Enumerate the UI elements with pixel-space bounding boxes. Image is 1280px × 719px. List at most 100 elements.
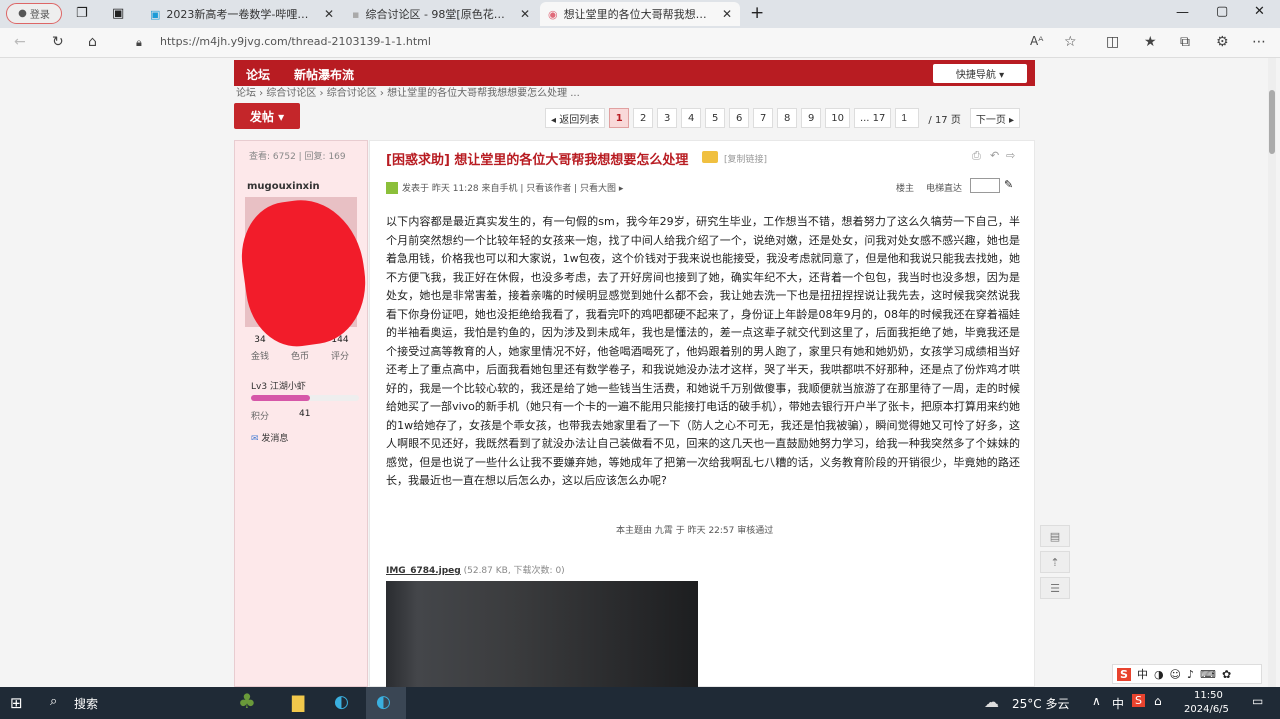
more-icon[interactable]: ⋯ xyxy=(1252,34,1266,50)
clock-time[interactable]: 11:50 xyxy=(1194,690,1223,701)
tab-actions-icon[interactable]: ▣ xyxy=(112,6,124,21)
page-5[interactable]: 5 xyxy=(705,108,726,128)
pagination: ◂ 返回列表 1 2 3 4 5 6 7 8 9 10 ... 17 / 17 … xyxy=(545,108,1021,128)
page-3[interactable]: 3 xyxy=(657,108,678,128)
close-icon[interactable]: ✕ xyxy=(324,7,334,21)
windows-taskbar: ⊞ ⌕ 搜索 ♣ ▇ ◐ ◐ ☁ 25°C 多云 ∧ 中 S ⌂ 11:50 2… xyxy=(0,687,1280,719)
prev-thread-icon[interactable]: ↶ xyxy=(990,149,999,162)
sogou-tray-icon[interactable]: S xyxy=(1132,694,1145,707)
page-jump-input[interactable] xyxy=(895,108,920,128)
tab-thread[interactable]: ◉ 想让堂里的各位大哥帮我想想要 ✕ xyxy=(540,2,740,26)
tab-forum[interactable]: ▪ 综合讨论区 - 98堂[原色花堂] - P ✕ xyxy=(344,2,538,26)
refresh-icon[interactable]: ↻ xyxy=(52,34,64,50)
read-aloud-icon[interactable]: Aᴬ xyxy=(1030,34,1043,48)
sogou-icon: S xyxy=(1117,667,1131,681)
skin-icon: ✿ xyxy=(1221,667,1232,681)
address-bar: ← ↻ ⌂ 🔒︎ https://m4jh.y9jvg.com/thread-2… xyxy=(0,28,1280,58)
minimize-icon[interactable]: — xyxy=(1176,5,1189,20)
url-field[interactable]: https://m4jh.y9jvg.com/thread-2103139-1-… xyxy=(160,35,431,48)
nav-waterfall[interactable]: 新帖瀑布流 xyxy=(294,66,354,83)
floor-jump-input[interactable] xyxy=(970,178,1000,193)
approval-note: 本主题由 九霄 于 昨天 22:57 审核通过 xyxy=(616,526,774,536)
site-icon: ◉ xyxy=(548,7,558,21)
page-1[interactable]: 1 xyxy=(609,108,630,128)
print-icon[interactable]: ⎙ xyxy=(972,149,981,163)
next-page-button[interactable]: 下一页 ▸ xyxy=(969,108,1021,128)
clock-date[interactable]: 2024/6/5 xyxy=(1184,704,1229,715)
page-10[interactable]: 10 xyxy=(825,108,850,128)
network-icon[interactable]: ⌂ xyxy=(1154,694,1162,708)
site-icon: ▪ xyxy=(352,7,360,21)
post-title: [困惑求助] 想让堂里的各位大哥帮我想想要怎么处理 xyxy=(386,153,689,168)
level-progress-fill xyxy=(251,395,311,401)
back-to-list-button[interactable]: ◂ 返回列表 xyxy=(545,108,606,128)
post-meta[interactable]: 发表于 昨天 11:28 来自手机 | 只看该作者 | 只看大图 ▸ xyxy=(402,181,623,194)
quick-nav-dropdown[interactable]: 快捷导航 ▾ xyxy=(933,64,1027,83)
workspaces-icon[interactable]: ❐ xyxy=(76,6,88,21)
close-icon[interactable]: ✕ xyxy=(520,7,530,21)
edge-active-icon: ◐ xyxy=(376,692,391,712)
weather-text[interactable]: 25°C 多云 xyxy=(1012,695,1069,712)
list-float-button[interactable]: ☰ xyxy=(1040,577,1070,599)
attachment-link[interactable]: IMG_6784.jpeg xyxy=(386,566,461,576)
collections-icon[interactable]: ⧉ xyxy=(1180,34,1190,50)
next-thread-icon[interactable]: ⇨ xyxy=(1006,149,1015,162)
punctuation-icon: ◑ xyxy=(1153,667,1164,681)
reply-float-button[interactable]: ▤ xyxy=(1040,525,1070,547)
close-window-icon[interactable]: ✕ xyxy=(1254,4,1265,19)
taskbar-search[interactable]: 搜索 xyxy=(74,695,98,712)
weather-icon[interactable]: ☁ xyxy=(984,693,999,711)
page-2[interactable]: 2 xyxy=(633,108,654,128)
extensions-icon[interactable]: ⚙ xyxy=(1216,34,1229,50)
go-icon[interactable]: ✎ xyxy=(1004,178,1013,191)
to-top-icon: ⇡ xyxy=(1050,555,1060,569)
tab-bilibili[interactable]: ▣ 2023新高考一卷数学-哔哩哔哩_b ✕ xyxy=(142,2,342,26)
user-level[interactable]: Lv3 江湖小虾 xyxy=(251,379,306,392)
tab-title: 2023新高考一卷数学-哔哩哔哩_b xyxy=(166,8,318,21)
page-9[interactable]: 9 xyxy=(801,108,822,128)
attachment: IMG_6784.jpeg (52.87 KB, 下载次数: 0) xyxy=(386,563,565,576)
level-progress-track xyxy=(251,395,359,401)
plant-widget-icon[interactable]: ♣ xyxy=(238,689,256,713)
comment-icon: ▤ xyxy=(1049,529,1061,543)
home-icon[interactable]: ⌂ xyxy=(88,34,97,50)
username[interactable]: mugouxinxin xyxy=(247,181,320,192)
breadcrumb[interactable]: 论坛 › 综合讨论区 › 综合讨论区 › 想让堂里的各位大哥帮我想想要怎么处理 … xyxy=(236,84,580,99)
mic-icon: ♪ xyxy=(1187,667,1195,681)
new-tab-icon[interactable]: + xyxy=(750,3,764,23)
close-icon[interactable]: ✕ xyxy=(722,7,732,21)
page-7[interactable]: 7 xyxy=(753,108,774,128)
scrollbar-thumb[interactable] xyxy=(1269,90,1275,154)
attachment-image[interactable] xyxy=(386,581,698,687)
page-last[interactable]: ... 17 xyxy=(853,108,892,128)
edge-icon[interactable]: ◐ xyxy=(334,692,349,712)
page-8[interactable]: 8 xyxy=(777,108,798,128)
taskbar-edge-active[interactable]: ◐ xyxy=(366,687,406,719)
tab-title: 综合讨论区 - 98堂[原色花堂] - P xyxy=(365,8,514,21)
profile-login-button[interactable]: ● 登录 xyxy=(6,3,62,24)
copy-link[interactable]: [复制链接] xyxy=(724,152,767,165)
windows-start-icon[interactable]: ⊞ xyxy=(10,694,23,712)
notification-icon[interactable]: ▭ xyxy=(1252,694,1263,708)
back-to-top-button[interactable]: ⇡ xyxy=(1040,551,1070,573)
tray-ime[interactable]: 中 xyxy=(1112,695,1124,712)
search-icon[interactable]: ⌕ xyxy=(50,694,57,709)
maximize-icon[interactable]: ▢ xyxy=(1216,4,1228,19)
user-icon: ● xyxy=(18,8,27,19)
back-icon[interactable]: ← xyxy=(14,34,26,50)
split-screen-icon[interactable]: ◫ xyxy=(1106,34,1119,50)
page-6[interactable]: 6 xyxy=(729,108,750,128)
new-post-button[interactable]: 发帖 ▾ xyxy=(234,103,300,129)
web-page: 论坛 新帖瀑布流 快捷导航 ▾ 论坛 › 综合讨论区 › 综合讨论区 › 想让堂… xyxy=(0,58,1280,687)
browser-tab-bar: ● 登录 ❐ ▣ ▣ 2023新高考一卷数学-哔哩哔哩_b ✕ ▪ 综合讨论区 … xyxy=(0,0,1280,28)
nav-forum[interactable]: 论坛 xyxy=(246,66,270,83)
file-explorer-icon[interactable]: ▇ xyxy=(292,693,304,712)
send-message-link[interactable]: ✉ 发消息 xyxy=(251,431,288,444)
favorite-icon[interactable]: ☆ xyxy=(1064,34,1077,50)
favorites-icon[interactable]: ★ xyxy=(1144,34,1157,50)
page-4[interactable]: 4 xyxy=(681,108,702,128)
points-label: 积分 xyxy=(251,412,270,422)
ime-toolbar[interactable]: S 中 ◑ ☺ ♪ ⌨ ✿ xyxy=(1112,664,1262,684)
scrollbar[interactable] xyxy=(1268,58,1276,687)
tray-expand-icon[interactable]: ∧ xyxy=(1092,694,1101,708)
